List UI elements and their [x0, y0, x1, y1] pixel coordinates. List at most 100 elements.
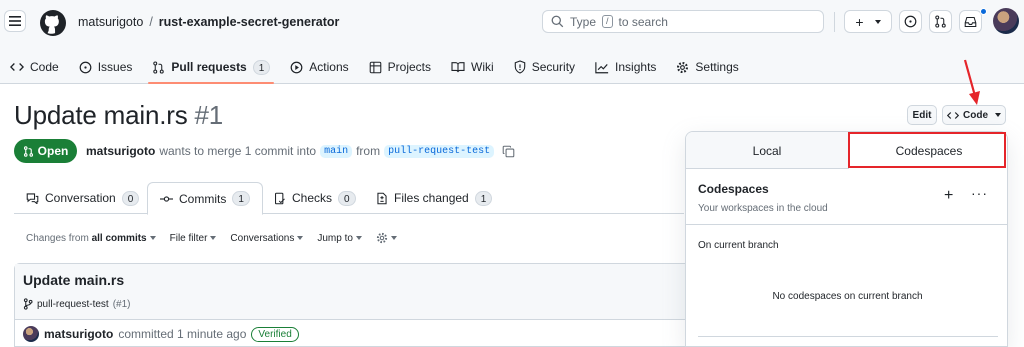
code-icon [947, 111, 959, 119]
pull-request-count: 1 [252, 59, 271, 75]
tab-actions[interactable]: Actions [280, 50, 358, 84]
conversations-dropdown[interactable]: Conversations [230, 233, 304, 244]
book-icon [451, 62, 465, 73]
issue-icon [904, 15, 917, 28]
head-branch[interactable]: pull-request-test [384, 144, 495, 158]
status-label: Open [37, 144, 69, 158]
tab-projects[interactable]: Projects [359, 50, 441, 84]
empty-state-text: No codespaces on current branch [772, 291, 923, 302]
new-codespace-button[interactable]: + [944, 187, 953, 205]
notification-dot [980, 8, 987, 15]
commit-icon [160, 195, 173, 202]
file-filter-dropdown[interactable]: File filter [170, 233, 217, 244]
pr-author-link[interactable]: matsurigoto [86, 144, 155, 158]
tab-commits[interactable]: Commits 1 [147, 182, 263, 215]
file-filter-label: File filter [169, 232, 208, 244]
branch-icon [23, 298, 33, 310]
avatar[interactable] [993, 8, 1019, 34]
tab-label: Security [531, 60, 576, 74]
inbox-button[interactable] [959, 10, 982, 33]
pr-number: #1 [194, 100, 224, 130]
codespaces-header: Codespaces Your workspaces in the cloud [698, 182, 828, 214]
header-divider [834, 12, 835, 32]
tab-label: Actions [309, 60, 349, 74]
pr-tabs: Conversation 0 Commits 1 Checks 0 Files … [14, 182, 684, 215]
pull-requests-button[interactable] [929, 10, 952, 33]
changes-from-dropdown[interactable]: Changes from all commits [26, 233, 156, 244]
chevron-down-icon [995, 113, 1001, 117]
chevron-down-icon [210, 235, 217, 240]
verified-badge[interactable]: Verified [251, 326, 299, 342]
tab-issues[interactable]: Issues [69, 50, 143, 84]
commit-branch-name[interactable]: pull-request-test [37, 299, 109, 310]
codespaces-title: Codespaces [698, 182, 769, 196]
pr-title: Update main.rs [14, 100, 188, 130]
pr-meta-text: wants to merge 1 commit into [159, 144, 317, 158]
tab-wiki[interactable]: Wiki [441, 50, 504, 84]
diff-settings-dropdown[interactable] [376, 232, 397, 244]
tab-label: Commits [179, 191, 227, 206]
tab-security[interactable]: Security [504, 50, 585, 84]
pull-request-icon [153, 60, 165, 74]
chevron-down-icon [874, 19, 881, 24]
search-icon [551, 15, 564, 28]
code-button-label: Code [963, 109, 988, 121]
commit-time: committed 1 minute ago [118, 327, 247, 341]
gear-icon [677, 61, 689, 73]
tab-code[interactable]: Code [0, 50, 69, 84]
graph-icon [595, 61, 609, 73]
avatar[interactable] [23, 326, 39, 342]
search-placeholder-suffix: to search [618, 14, 668, 29]
tab-label: Code [30, 60, 59, 74]
search-shortcut-key: / [602, 15, 613, 28]
base-branch[interactable]: main [320, 144, 353, 158]
pr-meta: matsurigoto wants to merge 1 commit into… [86, 144, 515, 158]
commit-pr-ref[interactable]: (#1) [113, 299, 131, 310]
tab-checks[interactable]: Checks 0 [262, 182, 368, 214]
tab-label: Projects [387, 60, 432, 74]
breadcrumb-separator: / [149, 15, 153, 29]
commit-group: Update main.rs pull-request-test (#1) ma… [14, 263, 694, 347]
inbox-icon [964, 16, 977, 27]
tab-settings[interactable]: Settings [666, 50, 748, 84]
jump-to-dropdown[interactable]: Jump to [317, 233, 362, 244]
tab-insights[interactable]: Insights [585, 50, 666, 84]
tab-label: Pull requests [171, 60, 247, 74]
page-title: Update main.rs #1 [14, 100, 223, 131]
changes-from-label: Changes from [26, 232, 89, 244]
chevron-down-icon [390, 236, 397, 240]
codespaces-more-button[interactable]: ··· [971, 185, 988, 201]
annotation-highlight-box [848, 132, 1006, 168]
tab-count: 0 [121, 190, 140, 206]
github-logo-icon[interactable] [40, 10, 66, 36]
changes-from-value: all commits [91, 232, 147, 244]
repo-owner-link[interactable]: matsurigoto [78, 15, 143, 29]
tab-local[interactable]: Local [686, 132, 848, 169]
tab-conversation[interactable]: Conversation 0 [14, 182, 151, 214]
codespaces-subtitle: Your workspaces in the cloud [698, 203, 828, 214]
hamburger-icon [9, 16, 21, 26]
copy-icon[interactable] [502, 145, 515, 158]
tab-pull-requests[interactable]: Pull requests 1 [142, 50, 280, 84]
tab-label: Checks [292, 191, 333, 205]
commit-title-link[interactable]: Update main.rs [23, 272, 685, 288]
commit-author-link[interactable]: matsurigoto [44, 327, 113, 341]
edit-button[interactable]: Edit [907, 105, 937, 125]
pull-request-icon [935, 15, 946, 28]
create-new-button[interactable]: + [844, 10, 892, 33]
gear-icon [376, 232, 388, 244]
search-input[interactable]: Type / to search [542, 10, 824, 33]
tab-files-changed[interactable]: Files changed 1 [364, 182, 504, 214]
code-button[interactable]: Code [942, 105, 1006, 125]
shield-icon [514, 60, 525, 74]
repo-nav: Code Issues Pull requests 1 Actions Proj… [0, 50, 749, 84]
jump-to-label: Jump to [317, 232, 353, 244]
global-header: matsurigoto / rust-example-secret-genera… [0, 0, 1024, 84]
play-icon [290, 61, 303, 73]
commit-row: matsurigoto committed 1 minute ago Verif… [15, 320, 693, 347]
search-placeholder: Type [570, 14, 597, 29]
repo-name-link[interactable]: rust-example-secret-generator [159, 15, 340, 29]
menu-button[interactable] [4, 10, 26, 32]
issues-button[interactable] [899, 10, 922, 33]
issue-icon [79, 61, 92, 73]
